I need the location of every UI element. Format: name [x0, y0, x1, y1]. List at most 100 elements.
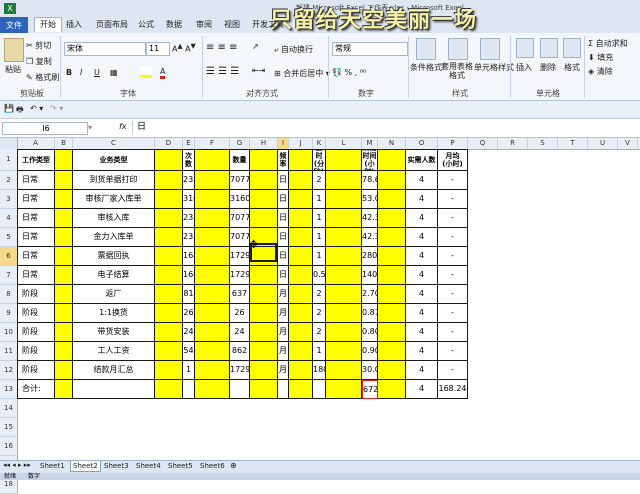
row-header-14[interactable]: 14 [0, 399, 18, 418]
spacer-cell[interactable] [195, 285, 230, 304]
table-cell-g[interactable]: 7077 [230, 228, 250, 247]
spacer-cell[interactable] [326, 342, 362, 361]
spacer-cell[interactable] [195, 149, 230, 171]
spacer-cell[interactable] [250, 285, 278, 304]
row-header-10[interactable]: 10 [0, 323, 18, 342]
font-color-icon[interactable]: A [160, 67, 166, 79]
table-cell-a[interactable]: 日常 [17, 228, 55, 247]
table-cell-p[interactable]: - [438, 342, 468, 361]
column-header-g[interactable]: G [230, 138, 250, 149]
table-cell-a[interactable]: 阶段 [17, 342, 55, 361]
table-cell-k[interactable]: 1 [313, 209, 326, 228]
spacer-cell[interactable] [55, 171, 73, 190]
spacer-cell[interactable] [378, 190, 406, 209]
table-cell-e[interactable]: 81 [183, 285, 195, 304]
table-cell-e[interactable]: 2359 [183, 228, 195, 247]
table-cell-a[interactable]: 阶段 [17, 361, 55, 380]
spacer-cell[interactable] [289, 304, 313, 323]
redo-icon[interactable]: ↷ ▾ [50, 104, 63, 113]
spacer-cell[interactable] [155, 209, 183, 228]
row-header-5[interactable]: 5 [0, 228, 18, 247]
spacer-cell[interactable] [378, 304, 406, 323]
spacer-cell[interactable] [378, 247, 406, 266]
table-cell-o[interactable]: 4 [406, 342, 438, 361]
column-header-j[interactable]: J [289, 138, 313, 149]
column-header-d[interactable]: D [155, 138, 183, 149]
save-icon[interactable]: 💾 [4, 104, 14, 113]
tab-view[interactable]: 视图 [224, 18, 240, 32]
format-table-button[interactable]: 套用表格格式 [440, 62, 474, 80]
spacer-cell[interactable] [289, 380, 313, 399]
table-cell-k[interactable]: 2 [313, 171, 326, 190]
insert-cells-button[interactable]: 插入 [516, 62, 532, 73]
format-cells-icon[interactable] [563, 38, 581, 58]
table-cell-a[interactable]: 日常 [17, 247, 55, 266]
table-cell-c[interactable]: 审核入库 [73, 209, 155, 228]
table-cell-k[interactable]: 1 [313, 228, 326, 247]
select-all-button[interactable] [0, 138, 18, 149]
spacer-cell[interactable] [55, 247, 73, 266]
table-cell-p[interactable]: - [438, 361, 468, 380]
table-cell-i[interactable]: 日 [278, 247, 289, 266]
spacer-cell[interactable] [195, 304, 230, 323]
spacer-cell[interactable] [378, 266, 406, 285]
row-header-8[interactable]: 8 [0, 285, 18, 304]
table-cell-i[interactable]: 月 [278, 342, 289, 361]
table-cell-c[interactable]: 1:1换货 [73, 304, 155, 323]
sheet-tab-sheet2[interactable]: Sheet2 [70, 461, 101, 472]
fill-button[interactable]: ⬇ 填充 [588, 52, 613, 63]
tab-data[interactable]: 数据 [166, 18, 182, 32]
delete-cells-button[interactable]: 删除 [540, 62, 556, 73]
table-cell-p[interactable]: - [438, 209, 468, 228]
spacer-cell[interactable] [326, 247, 362, 266]
table-cell-e[interactable]: 2359 [183, 171, 195, 190]
cell-styles-icon[interactable] [480, 38, 500, 60]
spacer-cell[interactable] [155, 361, 183, 380]
spacer-cell[interactable] [250, 361, 278, 380]
table-cell-c[interactable]: 返厂 [73, 285, 155, 304]
spacer-cell[interactable] [155, 342, 183, 361]
font-name-select[interactable]: 宋体 [64, 42, 146, 56]
table-cell-e[interactable]: 26 [183, 304, 195, 323]
table-cell-o[interactable]: 4 [406, 361, 438, 380]
spacer-cell[interactable] [155, 247, 183, 266]
column-header-c[interactable]: C [73, 138, 155, 149]
spacer-cell[interactable] [289, 361, 313, 380]
table-cell-k[interactable]: 1 [313, 190, 326, 209]
spacer-cell[interactable] [378, 380, 406, 399]
sheet-tab-sheet3[interactable]: Sheet3 [102, 461, 131, 471]
table-cell-o[interactable]: 4 [406, 266, 438, 285]
table-cell-k[interactable]: 2 [313, 323, 326, 342]
table-cell-g[interactable]: 24 [230, 323, 250, 342]
spacer-cell[interactable] [326, 209, 362, 228]
table-cell-o[interactable]: 4 [406, 285, 438, 304]
paste-icon[interactable] [4, 38, 24, 62]
spacer-cell[interactable] [195, 361, 230, 380]
format-table-icon[interactable] [448, 38, 468, 60]
table-cell-c[interactable]: 带货安装 [73, 323, 155, 342]
column-header-p[interactable]: P [438, 138, 468, 149]
table-cell-c[interactable]: 电子结算 [73, 266, 155, 285]
spacer-cell[interactable] [378, 342, 406, 361]
spacer-cell[interactable] [55, 342, 73, 361]
row-header-1[interactable]: 1 [0, 149, 18, 171]
header-cell-m[interactable]: 所需时间 (小时) [362, 149, 378, 171]
italic-button[interactable]: I [80, 68, 82, 77]
column-header-h[interactable]: H [250, 138, 278, 149]
column-header-v[interactable]: V [618, 138, 638, 149]
merge-center-button[interactable]: ⊞ 合并后居中 ▾ [274, 68, 330, 79]
table-cell-i[interactable]: 日 [278, 228, 289, 247]
format-cells-button[interactable]: 格式 [564, 62, 580, 73]
table-cell-m[interactable]: 30.00 [362, 361, 378, 380]
column-header-e[interactable]: E [183, 138, 195, 149]
spacer-cell[interactable] [155, 190, 183, 209]
spacer-cell[interactable] [326, 361, 362, 380]
spacer-cell[interactable] [326, 171, 362, 190]
table-cell-o[interactable]: 4 [406, 247, 438, 266]
total-cell-m[interactable]: 672.97 [362, 380, 378, 399]
cell-styles-button[interactable]: 单元格样式 [474, 62, 514, 73]
total-cell-k[interactable] [313, 380, 326, 399]
table-cell-i[interactable]: 月 [278, 323, 289, 342]
spacer-cell[interactable] [289, 342, 313, 361]
sheet-tab-sheet4[interactable]: Sheet4 [134, 461, 163, 471]
